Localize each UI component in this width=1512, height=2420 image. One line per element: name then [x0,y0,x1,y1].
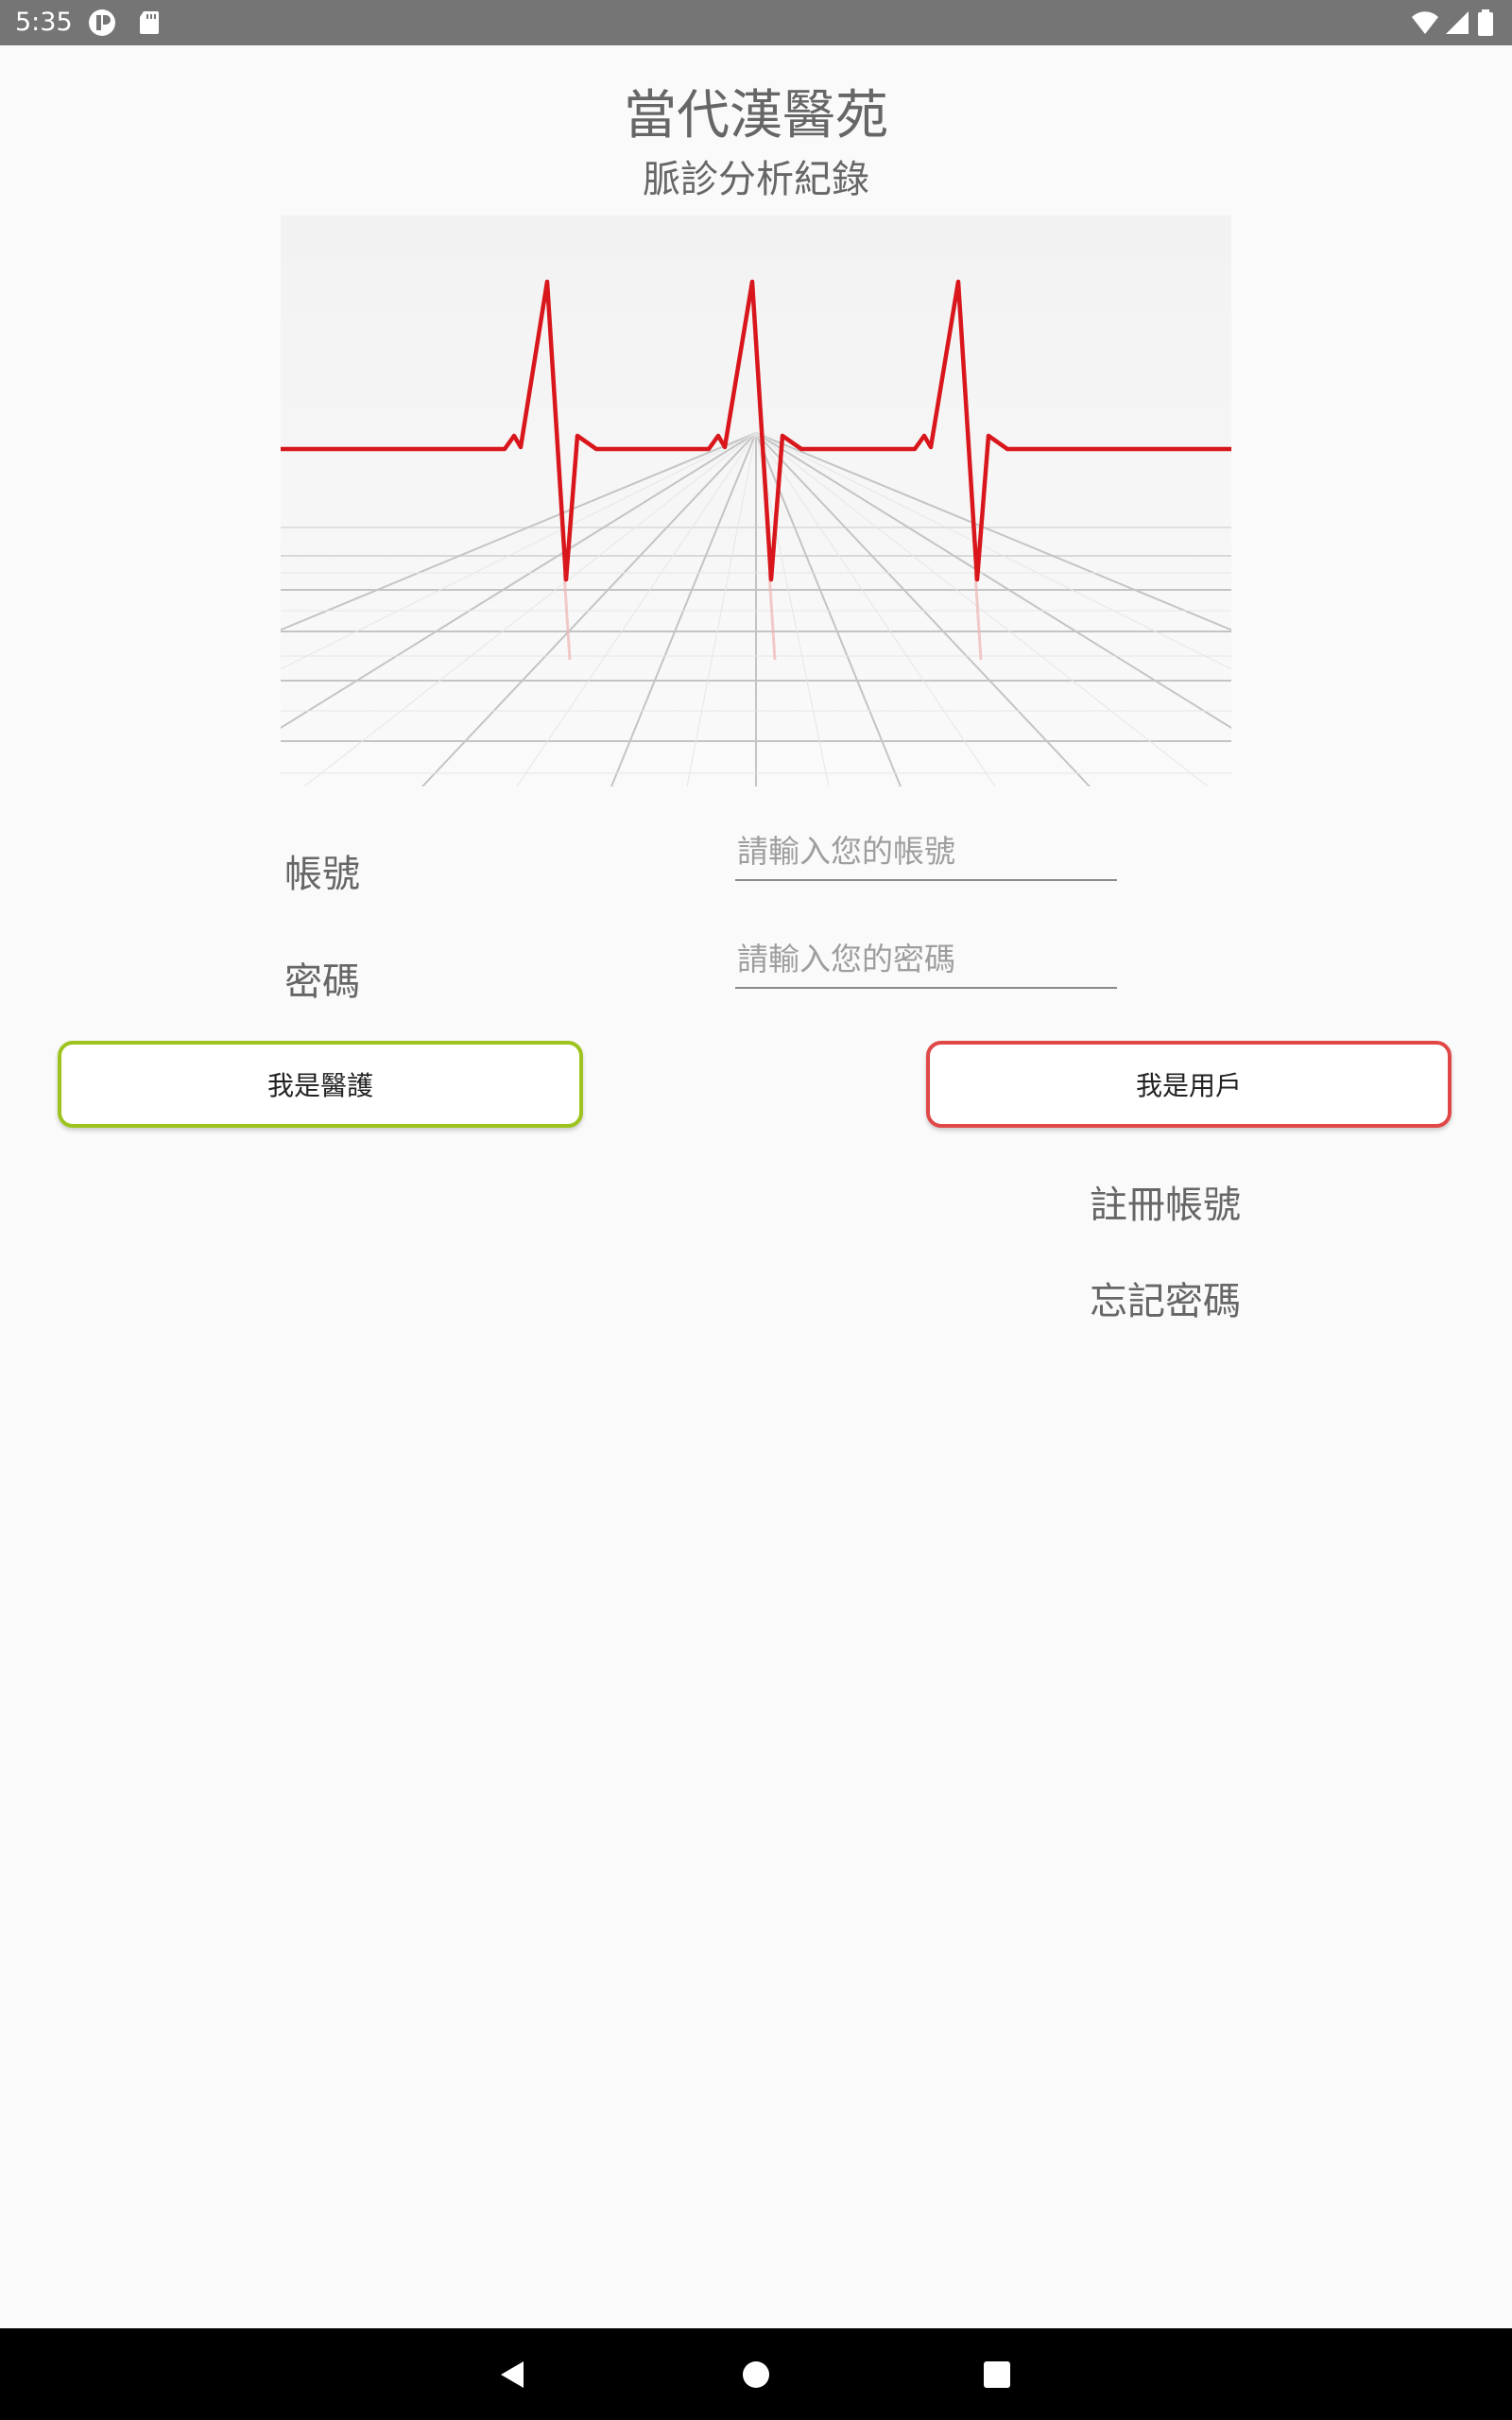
ecg-heartbeat-image [281,216,1231,786]
wifi-icon [1410,8,1440,38]
user-login-button[interactable]: 我是用戶 [926,1041,1452,1128]
app-subtitle: 脈診分析紀錄 [643,158,869,201]
register-link[interactable]: 註冊帳號 [1090,1174,1241,1229]
status-bar: 5:35 [0,0,1512,45]
recents-icon[interactable] [940,2328,1054,2420]
navigation-bar [0,2328,1512,2420]
password-input[interactable] [735,934,1121,983]
account-label: 帳號 [284,853,360,896]
sd-card-icon [134,8,164,38]
account-input[interactable] [735,826,1121,875]
home-icon[interactable] [699,2328,813,2420]
back-icon[interactable] [455,2328,569,2420]
app-title: 當代漢醫苑 [624,85,888,147]
cell-signal-icon [1442,8,1472,38]
password-field[interactable] [735,934,1121,989]
account-field[interactable] [735,826,1121,881]
status-time: 5:35 [15,8,73,37]
staff-login-button[interactable]: 我是醫護 [58,1041,583,1128]
notification-app-icon [87,8,117,38]
password-label: 密碼 [284,960,360,1004]
battery-icon [1476,8,1495,38]
forgot-password-link[interactable]: 忘記密碼 [1090,1270,1241,1325]
